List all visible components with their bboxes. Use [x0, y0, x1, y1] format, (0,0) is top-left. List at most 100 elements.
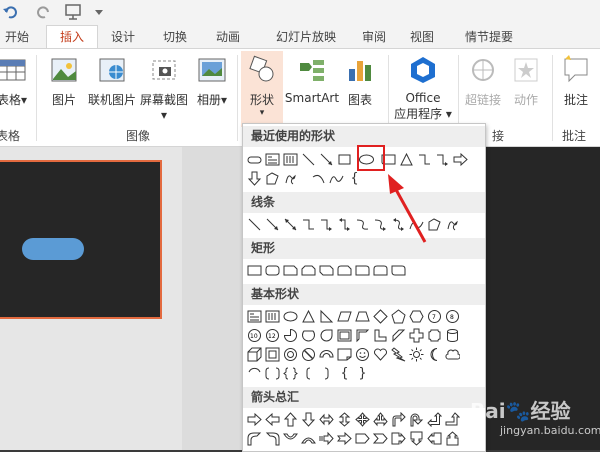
- basic-parallelogram[interactable]: [336, 308, 353, 325]
- rect-round-same[interactable]: [372, 262, 389, 279]
- slide-thumbnail[interactable]: [0, 160, 162, 319]
- line-double-arrow[interactable]: [282, 216, 299, 233]
- line-elbow-arrow[interactable]: [318, 216, 335, 233]
- line-elbow[interactable]: [300, 216, 317, 233]
- rect-snip-same[interactable]: [300, 262, 317, 279]
- basic-trapezoid[interactable]: [354, 308, 371, 325]
- arrow-left[interactable]: [264, 411, 281, 428]
- arrow-left-right-up[interactable]: [372, 411, 389, 428]
- arrow-bent[interactable]: [390, 411, 407, 428]
- basic-cross[interactable]: [408, 327, 425, 344]
- arrow-quad[interactable]: [354, 411, 371, 428]
- basic-left-bracket[interactable]: [300, 365, 317, 382]
- basic-heptagon[interactable]: 7: [426, 308, 443, 325]
- rounded-rectangle-shape[interactable]: [22, 238, 84, 260]
- shape-textbox[interactable]: [264, 151, 281, 168]
- basic-l-shape[interactable]: [372, 327, 389, 344]
- shape-line[interactable]: [300, 151, 317, 168]
- tab-storyboarding[interactable]: 情节提要: [454, 26, 524, 48]
- shape-scribble[interactable]: [282, 170, 299, 187]
- shape-right-arrow[interactable]: [452, 151, 469, 168]
- tab-view[interactable]: 视图: [400, 26, 444, 48]
- arrow-u-turn[interactable]: [408, 411, 425, 428]
- basic-moon[interactable]: [426, 346, 443, 363]
- basic-half-frame[interactable]: [354, 327, 371, 344]
- shape-freeform[interactable]: [264, 170, 281, 187]
- basic-folded-corner[interactable]: [336, 346, 353, 363]
- basic-oval[interactable]: [282, 308, 299, 325]
- customize-qat-icon[interactable]: [94, 7, 104, 17]
- basic-sun[interactable]: [408, 346, 425, 363]
- tab-review[interactable]: 审阅: [352, 26, 396, 48]
- chart-button[interactable]: 图表: [342, 55, 378, 108]
- arrow-curved-left[interactable]: [264, 430, 281, 447]
- arrow-left-up[interactable]: [426, 411, 443, 428]
- line-scribble[interactable]: [444, 216, 461, 233]
- rect-snip-diagonal[interactable]: [318, 262, 335, 279]
- arrow-bent-up[interactable]: [444, 411, 461, 428]
- arrow-left-right[interactable]: [318, 411, 335, 428]
- basic-textbox[interactable]: [246, 308, 263, 325]
- rect-round-diagonal[interactable]: [390, 262, 407, 279]
- rect-snip-round[interactable]: [336, 262, 353, 279]
- arrow-callout-down[interactable]: [408, 430, 425, 447]
- basic-diagonal-stripe[interactable]: [390, 327, 407, 344]
- basic-dodecagon[interactable]: 12: [264, 327, 281, 344]
- tab-home[interactable]: 开始: [0, 26, 34, 48]
- rect-rounded[interactable]: [264, 262, 281, 279]
- album-button[interactable]: 相册▾: [194, 55, 230, 108]
- basic-no-symbol[interactable]: [300, 346, 317, 363]
- arrow-up[interactable]: [282, 411, 299, 428]
- basic-can[interactable]: [444, 327, 461, 344]
- basic-right-triangle[interactable]: [318, 308, 335, 325]
- arrow-striped-right[interactable]: [318, 430, 335, 447]
- table-button[interactable]: 表格▾: [0, 55, 30, 108]
- shape-rectangle[interactable]: [336, 151, 353, 168]
- basic-octagon[interactable]: 8: [444, 308, 461, 325]
- basic-pentagon[interactable]: [390, 308, 407, 325]
- shape-elbow-connector[interactable]: [416, 151, 433, 168]
- line-arrow[interactable]: [264, 216, 281, 233]
- comment-button[interactable]: 批注: [558, 55, 594, 108]
- basic-lightning-bolt[interactable]: [390, 346, 407, 363]
- shapes-button[interactable]: 形状 ▾: [241, 51, 283, 127]
- screenshot-button[interactable]: 屏幕截图▾: [138, 55, 190, 122]
- basic-teardrop[interactable]: [318, 327, 335, 344]
- basic-left-brace[interactable]: {: [336, 365, 353, 382]
- shape-down-arrow[interactable]: [246, 170, 263, 187]
- basic-diamond[interactable]: [372, 308, 389, 325]
- shape-triangle[interactable]: [398, 151, 415, 168]
- basic-block-arc[interactable]: [318, 346, 335, 363]
- basic-decagon[interactable]: 10: [246, 327, 263, 344]
- arrow-callout-up[interactable]: [444, 430, 461, 447]
- rect-plain[interactable]: [246, 262, 263, 279]
- shape-rounded-rect[interactable]: [246, 151, 263, 168]
- arrow-chevron[interactable]: [372, 430, 389, 447]
- basic-smiley-face[interactable]: [354, 346, 371, 363]
- basic-hexagon[interactable]: [408, 308, 425, 325]
- shape-elbow-arrow-connector[interactable]: [434, 151, 451, 168]
- line-straight[interactable]: [246, 216, 263, 233]
- basic-cube[interactable]: [246, 346, 263, 363]
- hyperlink-button[interactable]: 超链接: [460, 55, 506, 108]
- basic-bevel[interactable]: [264, 346, 281, 363]
- basic-chord[interactable]: [300, 327, 317, 344]
- basic-frame[interactable]: [336, 327, 353, 344]
- arrow-up-down[interactable]: [336, 411, 353, 428]
- basic-double-brace[interactable]: [282, 365, 299, 382]
- tab-insert[interactable]: 插入: [46, 25, 98, 49]
- start-from-beginning-icon[interactable]: [64, 3, 82, 21]
- arrow-callout-left[interactable]: [426, 430, 443, 447]
- smartart-button[interactable]: SmartArt: [284, 55, 340, 105]
- line-elbow-double-arrow[interactable]: [336, 216, 353, 233]
- arrow-curved-right[interactable]: [246, 430, 263, 447]
- tab-design[interactable]: 设计: [100, 26, 146, 48]
- arrow-notched-right[interactable]: [336, 430, 353, 447]
- basic-pie[interactable]: [282, 327, 299, 344]
- shape-arrow-line[interactable]: [318, 151, 335, 168]
- action-button[interactable]: 动作: [506, 55, 546, 108]
- tab-transitions[interactable]: 切换: [152, 26, 198, 48]
- basic-double-bracket[interactable]: [264, 365, 281, 382]
- shape-vertical-textbox[interactable]: [282, 151, 299, 168]
- basic-right-bracket[interactable]: [318, 365, 335, 382]
